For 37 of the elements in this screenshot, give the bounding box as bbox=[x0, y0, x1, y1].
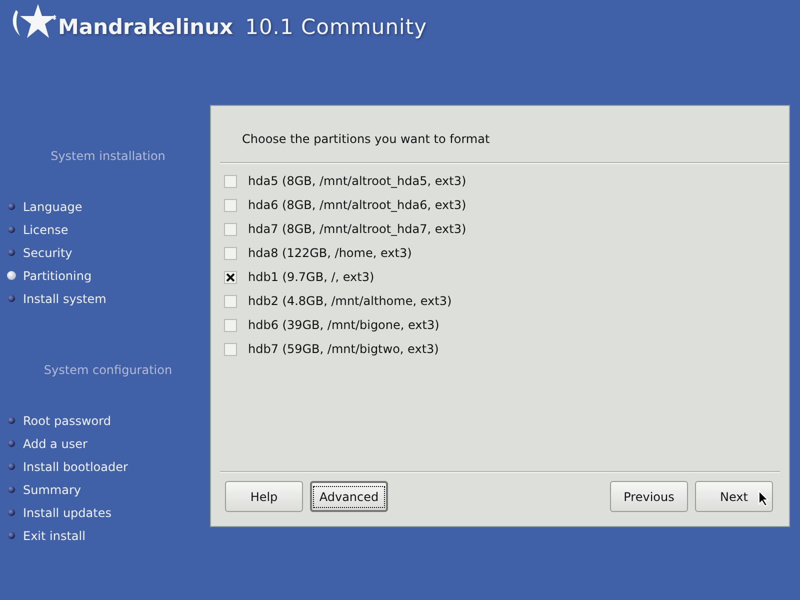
checkbox[interactable] bbox=[224, 342, 237, 356]
dialog-button[interactable]: Previous bbox=[610, 481, 688, 512]
checkbox[interactable] bbox=[224, 294, 237, 308]
mouse-pointer-icon bbox=[758, 490, 769, 507]
partition-label[interactable]: hdb2 (4.8GB, /mnt/althome, ext3) bbox=[248, 294, 452, 308]
section-heading: System installation bbox=[50, 149, 166, 165]
dialog-button[interactable]: Help bbox=[225, 481, 303, 512]
step-item: Install system bbox=[23, 292, 106, 306]
step-item: Exit install bbox=[23, 528, 86, 542]
step-item: Install bootloader bbox=[23, 460, 128, 474]
partition-label[interactable]: hda6 (8GB, /mnt/altroot_hda6, ext3) bbox=[248, 198, 466, 212]
section-heading: System configuration bbox=[42, 363, 174, 379]
edition-name: 10.1 Community bbox=[245, 15, 428, 39]
step-item: License bbox=[23, 222, 68, 236]
checkbox[interactable] bbox=[224, 246, 237, 260]
partition-label[interactable]: hdb7 (59GB, /mnt/bigtwo, ext3) bbox=[248, 342, 439, 356]
partition-label[interactable]: hda7 (8GB, /mnt/altroot_hda7, ext3) bbox=[248, 222, 466, 236]
step-item: Security bbox=[23, 246, 72, 260]
prompt-text: Choose the partitions you want to format bbox=[241, 131, 491, 148]
partition-label[interactable]: hda8 (122GB, /home, ext3) bbox=[248, 246, 412, 260]
partition-label[interactable]: hda5 (8GB, /mnt/altroot_hda5, ext3) bbox=[248, 174, 466, 188]
dialog-button[interactable]: Advanced bbox=[310, 481, 388, 512]
checkbox[interactable] bbox=[224, 198, 237, 212]
step-item: Install updates bbox=[23, 506, 112, 520]
step-item: Root password bbox=[23, 414, 111, 428]
brand-name: Mandrakelinux bbox=[58, 15, 234, 39]
dialog-button[interactable]: Next bbox=[695, 481, 773, 512]
checkbox[interactable] bbox=[224, 318, 237, 332]
partition-label[interactable]: hdb1 (9.7GB, /, ext3) bbox=[248, 270, 374, 284]
checkbox[interactable] bbox=[224, 222, 237, 236]
step-item: Partitioning bbox=[23, 268, 92, 282]
step-item: Summary bbox=[23, 482, 81, 496]
step-item: Add a user bbox=[23, 436, 88, 450]
checkbox[interactable] bbox=[224, 270, 237, 284]
partition-label[interactable]: hdb6 (39GB, /mnt/bigone, ext3) bbox=[248, 318, 440, 332]
step-item: Language bbox=[23, 200, 82, 214]
checkbox[interactable] bbox=[224, 174, 237, 188]
